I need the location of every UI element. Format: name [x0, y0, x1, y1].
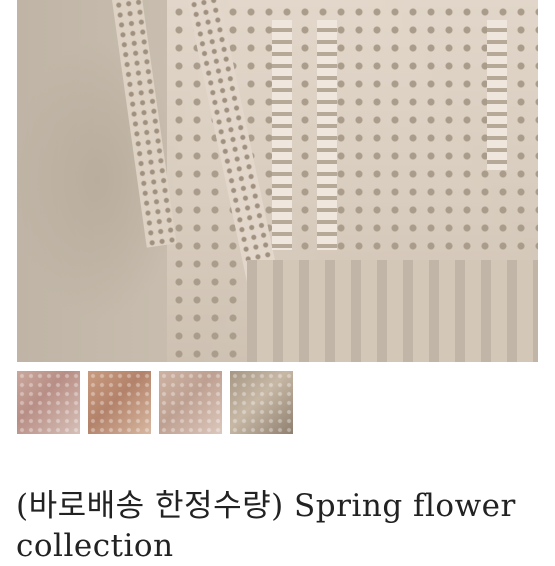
- lace-trim-band: [272, 20, 292, 250]
- product-title: (바로배송 한정수량) Spring flower collection: [16, 488, 516, 564]
- main-product-image: [17, 0, 538, 362]
- lace-trim-band: [487, 20, 507, 170]
- thumbnail-strip: [17, 371, 293, 434]
- thumbnail-2[interactable]: [88, 371, 151, 434]
- lace-trim-band: [317, 20, 337, 250]
- thumbnail-4[interactable]: [230, 371, 293, 434]
- lace-dress-hem: [247, 260, 538, 362]
- thumbnail-3[interactable]: [159, 371, 222, 434]
- thumbnail-1[interactable]: [17, 371, 80, 434]
